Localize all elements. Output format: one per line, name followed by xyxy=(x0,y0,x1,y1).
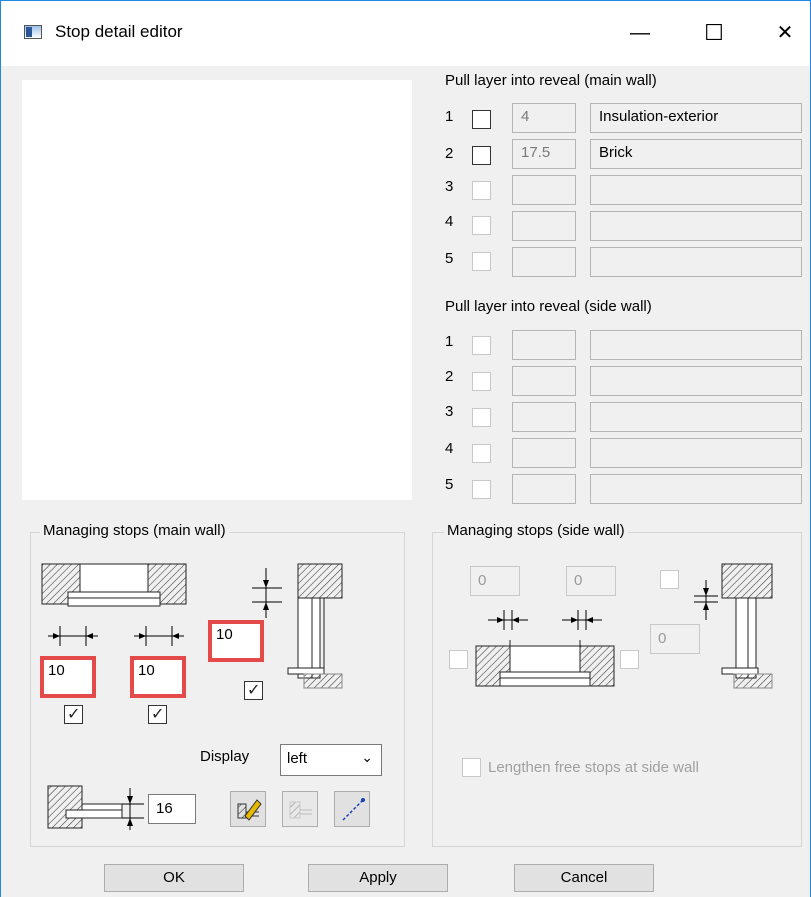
stop-disabled-button[interactable] xyxy=(282,791,318,827)
display-select-value: left xyxy=(287,750,308,767)
main-layer-3-thickness xyxy=(512,175,576,205)
window-title: Stop detail editor xyxy=(55,22,183,41)
side-left-stop-input[interactable]: 0 xyxy=(470,566,520,596)
main-layer-4-checkbox[interactable] xyxy=(472,216,491,235)
side-layer-4-num: 4 xyxy=(445,440,454,457)
lengthen-free-stops-checkbox[interactable] xyxy=(462,758,481,777)
side-right-stop-input[interactable]: 0 xyxy=(566,566,616,596)
side-layer-5-name xyxy=(590,474,802,504)
side-depth-dim-icon xyxy=(694,580,718,620)
side-reveal-plan-diagram xyxy=(475,640,615,687)
main-left-stop-input[interactable]: 10 xyxy=(40,656,96,698)
maximize-button[interactable]: ☐ xyxy=(694,16,734,50)
side-layer-2-thickness xyxy=(512,366,576,396)
ok-button[interactable]: OK xyxy=(104,864,244,892)
main-layer-3-name xyxy=(590,175,802,205)
side-left-checkbox[interactable] xyxy=(449,650,468,669)
main-layer-2-name: Brick xyxy=(590,139,802,169)
side-layer-3-name xyxy=(590,402,802,432)
main-layer-3-checkbox[interactable] xyxy=(472,181,491,200)
main-layer-4-num: 4 xyxy=(445,213,454,230)
edit-pencil-icon xyxy=(237,799,262,821)
chevron-down-icon: ⌄ xyxy=(361,749,373,765)
side-depth-checkbox[interactable] xyxy=(660,570,679,589)
main-layer-1-name: Insulation-exterior xyxy=(590,103,802,133)
main-layer-5-name xyxy=(590,247,802,277)
display-select[interactable]: left ⌄ xyxy=(280,744,382,776)
side-layer-3-thickness xyxy=(512,402,576,432)
minimize-button[interactable]: — xyxy=(620,16,660,50)
reveal-plan-diagram xyxy=(41,563,187,607)
stop-disabled-icon xyxy=(289,801,312,819)
window-frame-left xyxy=(0,66,1,897)
side-right-checkbox[interactable] xyxy=(620,650,639,669)
main-layer-3-num: 3 xyxy=(445,178,454,195)
side-layer-3-num: 3 xyxy=(445,403,454,420)
main-layer-4-name xyxy=(590,211,802,241)
main-layer-1-checkbox[interactable] xyxy=(472,110,491,129)
main-layer-4-thickness xyxy=(512,211,576,241)
offset-input[interactable]: 16 xyxy=(148,794,196,824)
main-stops-title: Managing stops (main wall) xyxy=(40,522,229,539)
left-stop-dim-icon xyxy=(48,626,98,646)
main-layer-5-num: 5 xyxy=(445,250,454,267)
offset-diagram xyxy=(47,785,144,830)
diagonal-line-icon xyxy=(342,798,365,821)
side-layer-5-checkbox[interactable] xyxy=(472,480,491,499)
side-layer-2-name xyxy=(590,366,802,396)
preview-canvas xyxy=(22,80,412,500)
main-layer-5-thickness xyxy=(512,247,576,277)
side-layer-4-thickness xyxy=(512,438,576,468)
side-layer-5-num: 5 xyxy=(445,476,454,493)
side-dim-left-icon xyxy=(488,610,528,630)
side-layer-4-name xyxy=(590,438,802,468)
side-layer-5-thickness xyxy=(512,474,576,504)
side-layer-3-checkbox[interactable] xyxy=(472,408,491,427)
side-wall-layers-title: Pull layer into reveal (side wall) xyxy=(445,298,652,315)
display-label: Display xyxy=(200,748,250,765)
side-layer-4-checkbox[interactable] xyxy=(472,444,491,463)
main-layer-5-checkbox[interactable] xyxy=(472,252,491,271)
depth-dim-icon xyxy=(252,568,282,618)
side-layer-2-checkbox[interactable] xyxy=(472,372,491,391)
main-layer-2-checkbox[interactable] xyxy=(472,146,491,165)
main-layer-2-num: 2 xyxy=(445,145,454,162)
side-layer-1-num: 1 xyxy=(445,333,454,350)
diagonal-line-button[interactable] xyxy=(334,791,370,827)
side-depth-stop-input[interactable]: 0 xyxy=(650,624,700,654)
main-layer-1-num: 1 xyxy=(445,108,454,125)
lengthen-free-stops-label: Lengthen free stops at side wall xyxy=(488,759,699,776)
side-layer-1-thickness xyxy=(512,330,576,360)
side-dim-right-icon xyxy=(562,610,602,630)
side-layer-2-num: 2 xyxy=(445,368,454,385)
right-stop-dim-icon xyxy=(134,626,184,646)
main-depth-stop-input[interactable]: 10 xyxy=(208,620,264,662)
main-right-stop-checkbox[interactable] xyxy=(148,704,167,724)
main-wall-layers-title: Pull layer into reveal (main wall) xyxy=(445,72,657,89)
main-depth-stop-checkbox[interactable] xyxy=(244,680,263,700)
main-layer-2-thickness: 17.5 xyxy=(512,139,576,169)
side-layer-1-name xyxy=(590,330,802,360)
close-button[interactable]: ✕ xyxy=(765,16,805,50)
cancel-button[interactable]: Cancel xyxy=(514,864,654,892)
side-layer-1-checkbox[interactable] xyxy=(472,336,491,355)
main-left-stop-checkbox[interactable] xyxy=(64,704,83,724)
edit-pencil-button[interactable] xyxy=(230,791,266,827)
side-reveal-section-diagram xyxy=(721,563,773,689)
app-window-icon xyxy=(24,25,42,39)
side-stops-title: Managing stops (side wall) xyxy=(444,522,628,539)
main-layer-1-thickness: 4 xyxy=(512,103,576,133)
reveal-section-diagram xyxy=(287,563,343,689)
main-right-stop-input[interactable]: 10 xyxy=(130,656,186,698)
apply-button[interactable]: Apply xyxy=(308,864,448,892)
